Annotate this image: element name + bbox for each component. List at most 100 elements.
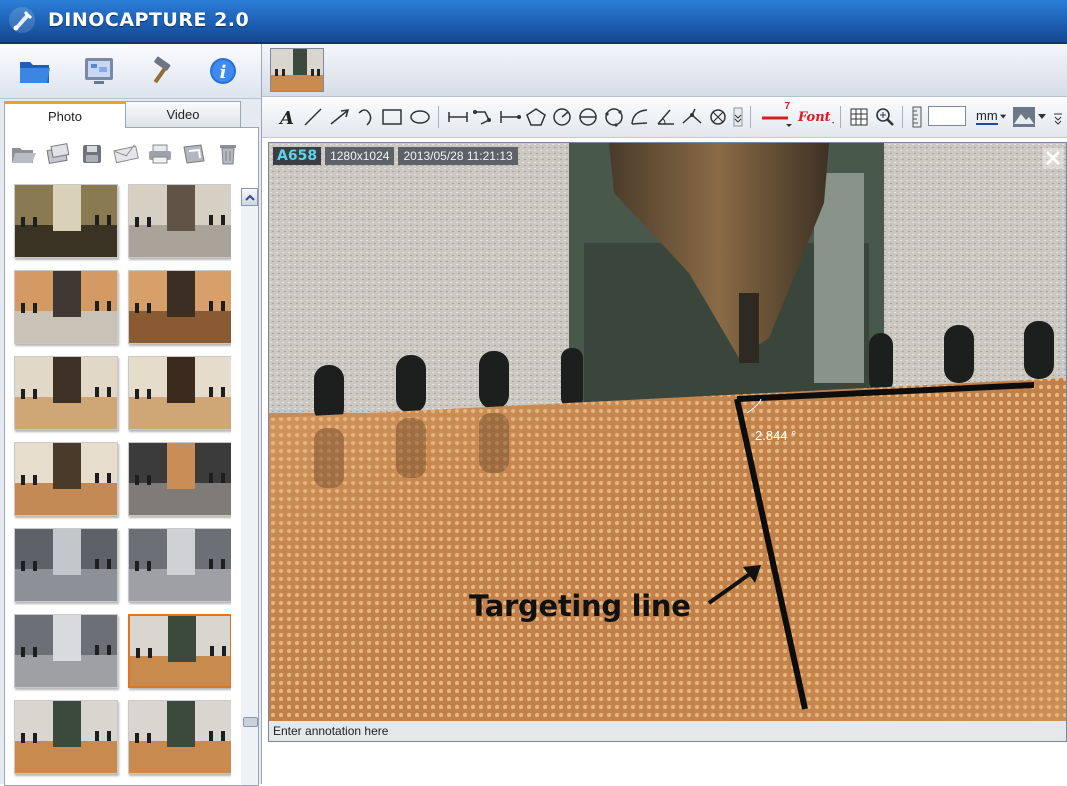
thumbnail-image [129, 271, 231, 343]
measure-polyline-button[interactable] [472, 105, 496, 129]
photo-thumbnail[interactable] [14, 442, 118, 516]
measure-polygon-button[interactable] [524, 105, 548, 129]
folder-icon [20, 62, 50, 83]
thumbnail-scrollbar[interactable] [241, 188, 258, 785]
toolbar-separator [840, 106, 841, 128]
photo-thumbnail[interactable] [14, 528, 118, 602]
thumbnail-image [15, 271, 117, 343]
tab-photo[interactable]: Photo [4, 101, 126, 128]
toolbar-overflow-button[interactable] [1052, 105, 1064, 129]
line-style-button[interactable]: 7 [760, 101, 794, 129]
close-icon[interactable] [1042, 147, 1064, 169]
parallel-tool-icon [500, 111, 521, 123]
delete-button[interactable] [215, 141, 241, 167]
chevron-down-icon [1054, 113, 1062, 125]
line-tool-button[interactable] [302, 105, 324, 129]
thumbnail-image [129, 529, 231, 601]
photo-thumbnail[interactable] [128, 614, 231, 688]
text-tool-button[interactable]: A [276, 105, 298, 129]
monitor-icon [85, 58, 113, 84]
info-button[interactable]: i [204, 52, 242, 90]
table-icon [850, 108, 868, 126]
print-icon [149, 144, 171, 164]
rectangle-tool-button[interactable] [380, 105, 404, 129]
thumbnail-image [130, 616, 230, 686]
image-timestamp: 2013/05/28 11:21:13 [398, 147, 518, 165]
measure-angle-button[interactable] [654, 105, 678, 129]
image-id: A658 [273, 147, 322, 165]
mountain-dropdown[interactable] [1012, 105, 1046, 129]
photo-thumbnail[interactable] [128, 528, 231, 602]
image-info-bar: A658 1280x1024 2013/05/28 11:21:13 [273, 147, 518, 165]
chevron-down-icon [999, 114, 1006, 119]
more-measure-dropdown[interactable] [732, 105, 744, 129]
scrollbar-thumb[interactable] [243, 717, 258, 727]
tab-video[interactable]: Video [125, 101, 241, 127]
thumbnail-image [129, 357, 231, 429]
main-toolbar: i [0, 44, 261, 99]
media-tabs: Photo Video [0, 99, 261, 128]
edit-icon [183, 144, 205, 164]
preview-thumbnail[interactable] [270, 48, 324, 92]
photo-thumbnail[interactable] [128, 700, 231, 774]
text-tool-icon: A [278, 108, 294, 127]
folder-button[interactable] [16, 52, 54, 90]
scroll-up-button[interactable] [241, 188, 258, 206]
thumbnail-image [15, 357, 117, 429]
unit-dropdown[interactable]: mm [976, 105, 1006, 129]
zoom-button[interactable] [874, 105, 896, 129]
freehand-tool-button[interactable] [356, 105, 378, 129]
microscope-logo-icon [9, 7, 35, 33]
photo-thumbnail[interactable] [128, 442, 231, 516]
photo-thumbnail[interactable] [128, 270, 231, 344]
annotation-input[interactable]: Enter annotation here [269, 721, 1066, 741]
export-button[interactable] [45, 141, 71, 167]
thumbnail-image [15, 615, 117, 687]
measure-circle-points-button[interactable] [602, 105, 626, 129]
measure-circle-diameter-button[interactable] [576, 105, 600, 129]
photo-thumbnail[interactable] [14, 700, 118, 774]
magnification-input[interactable] [928, 106, 966, 126]
photo-gallery [4, 127, 259, 786]
measure-arc-button[interactable] [628, 105, 652, 129]
font-button[interactable]: Font [798, 105, 834, 129]
open-folder-icon [12, 148, 36, 163]
photo-thumbnail[interactable] [14, 270, 118, 344]
chevron-down-icon [831, 122, 834, 124]
image-resolution: 1280x1024 [325, 147, 395, 165]
center-distance-icon [710, 109, 726, 125]
chevron-down-icon [1038, 114, 1046, 119]
table-button[interactable] [848, 105, 870, 129]
open-photo-button[interactable] [11, 141, 37, 167]
email-button[interactable] [113, 141, 139, 167]
save-button[interactable] [79, 141, 105, 167]
distance-tool-icon [448, 112, 468, 122]
svg-text:i: i [220, 62, 227, 83]
photo-thumbnail[interactable] [128, 356, 231, 430]
edit-button[interactable] [181, 141, 207, 167]
ruler-icon [912, 106, 922, 128]
measure-parallel-button[interactable] [498, 105, 522, 129]
measure-center-button[interactable] [706, 105, 730, 129]
ellipse-tool-button[interactable] [408, 105, 432, 129]
measure-circle-radius-button[interactable] [550, 105, 574, 129]
image-viewer[interactable]: A658 1280x1024 2013/05/28 11:21:13 2.844… [268, 142, 1067, 742]
circle-radius-icon [553, 108, 571, 126]
left-panel: i Photo Video [0, 44, 262, 786]
calibration-button[interactable] [908, 105, 926, 129]
measure-distance-button[interactable] [446, 105, 470, 129]
hammer-icon [153, 56, 171, 84]
photo-thumbnail[interactable] [14, 614, 118, 688]
print-button[interactable] [147, 141, 173, 167]
monitor-button[interactable] [80, 52, 118, 90]
line-width-label: 7 [784, 101, 790, 112]
photo-thumbnail[interactable] [128, 184, 231, 258]
arrow-tool-button[interactable] [328, 105, 352, 129]
measure-angle-3pt-button[interactable] [680, 105, 704, 129]
photo-thumbnail[interactable] [14, 356, 118, 430]
angle-measurement: 2.844 ° [755, 428, 797, 443]
tools-button[interactable] [142, 52, 180, 90]
photo-thumbnail[interactable] [14, 184, 118, 258]
circle-diameter-icon [579, 108, 597, 126]
chevron-down-icon [733, 107, 743, 127]
